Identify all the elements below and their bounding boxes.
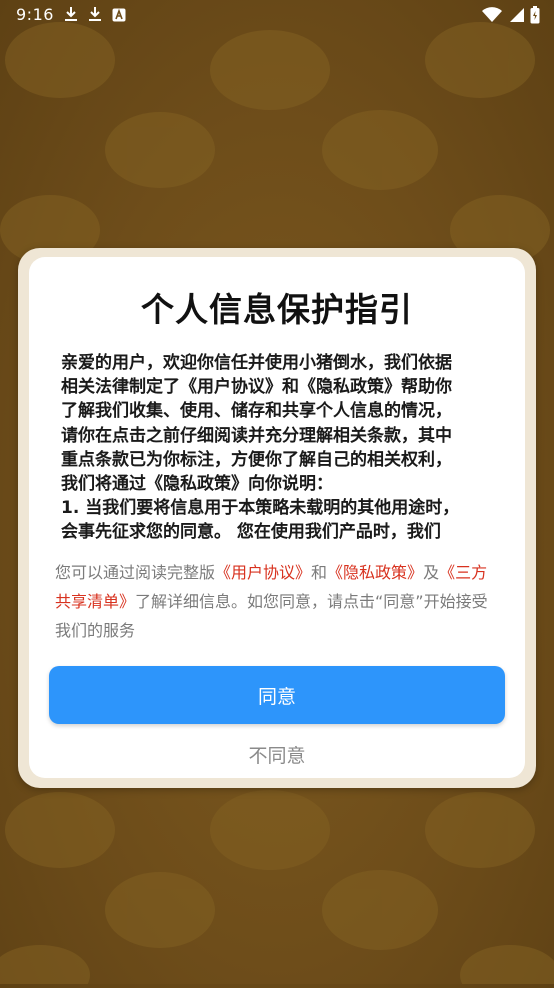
agree-button-label: 同意 <box>257 685 296 708</box>
dialog-footnote: 您可以通过阅读完整版《用户协议》和《隐私政策》及《三方共享清单》了解详细信息。如… <box>55 558 499 645</box>
status-bar: 9:16 <box>0 0 554 32</box>
battery-icon <box>530 6 540 28</box>
body-line: 重点条款已为你标注，方便你了解自己的相关权利， <box>61 449 452 470</box>
body-line: 亲爱的用户，欢迎你信任并使用小猪倒水，我们依据 <box>61 353 452 373</box>
download-icon <box>64 6 78 26</box>
body-line: 了解我们收集、使用、储存和共享个人信息的情况， <box>61 401 452 422</box>
agree-button[interactable]: 同意 <box>49 666 505 724</box>
body-line: 1. 当我们要将信息用于本策略未载明的其他用途时， <box>61 498 460 519</box>
footnote-prefix: 您可以通过阅读完整版 <box>55 563 216 582</box>
app-notification-icon <box>112 7 126 26</box>
user-agreement-link[interactable]: 《用户协议》 <box>215 563 311 582</box>
footnote-and: 和 <box>311 563 328 582</box>
wifi-icon <box>482 7 502 27</box>
download-icon <box>88 6 102 26</box>
privacy-policy-link[interactable]: 《隐私政策》 <box>327 563 423 582</box>
body-line: 相关法律制定了《用户协议》和《隐私政策》帮助你 <box>61 377 452 398</box>
disagree-button[interactable]: 不同意 <box>29 741 525 768</box>
footnote-and2: 及 <box>423 563 440 582</box>
cellular-signal-icon <box>508 7 524 27</box>
dialog-title: 个人信息保护指引 <box>141 290 413 329</box>
privacy-dialog: 个人信息保护指引 亲爱的用户，欢迎你信任并使用小猪倒水，我们依据 相关法律制定了… <box>29 257 525 778</box>
dialog-body-scroll[interactable]: 亲爱的用户，欢迎你信任并使用小猪倒水，我们依据 相关法律制定了《用户协议》和《隐… <box>61 351 491 545</box>
body-line: 请你在点击之前仔细阅读并充分理解相关条款，其中 <box>61 425 452 446</box>
body-line: 会事先征求您的同意。 您在使用我们产品时，我们 <box>61 522 441 543</box>
body-line: 我们将通过《隐私政策》向你说明： <box>61 474 333 495</box>
status-right-icons <box>482 6 540 28</box>
privacy-dialog-frame: 个人信息保护指引 亲爱的用户，欢迎你信任并使用小猪倒水，我们依据 相关法律制定了… <box>18 248 536 788</box>
status-left-icons <box>64 6 126 26</box>
status-time: 9:16 <box>16 5 54 24</box>
